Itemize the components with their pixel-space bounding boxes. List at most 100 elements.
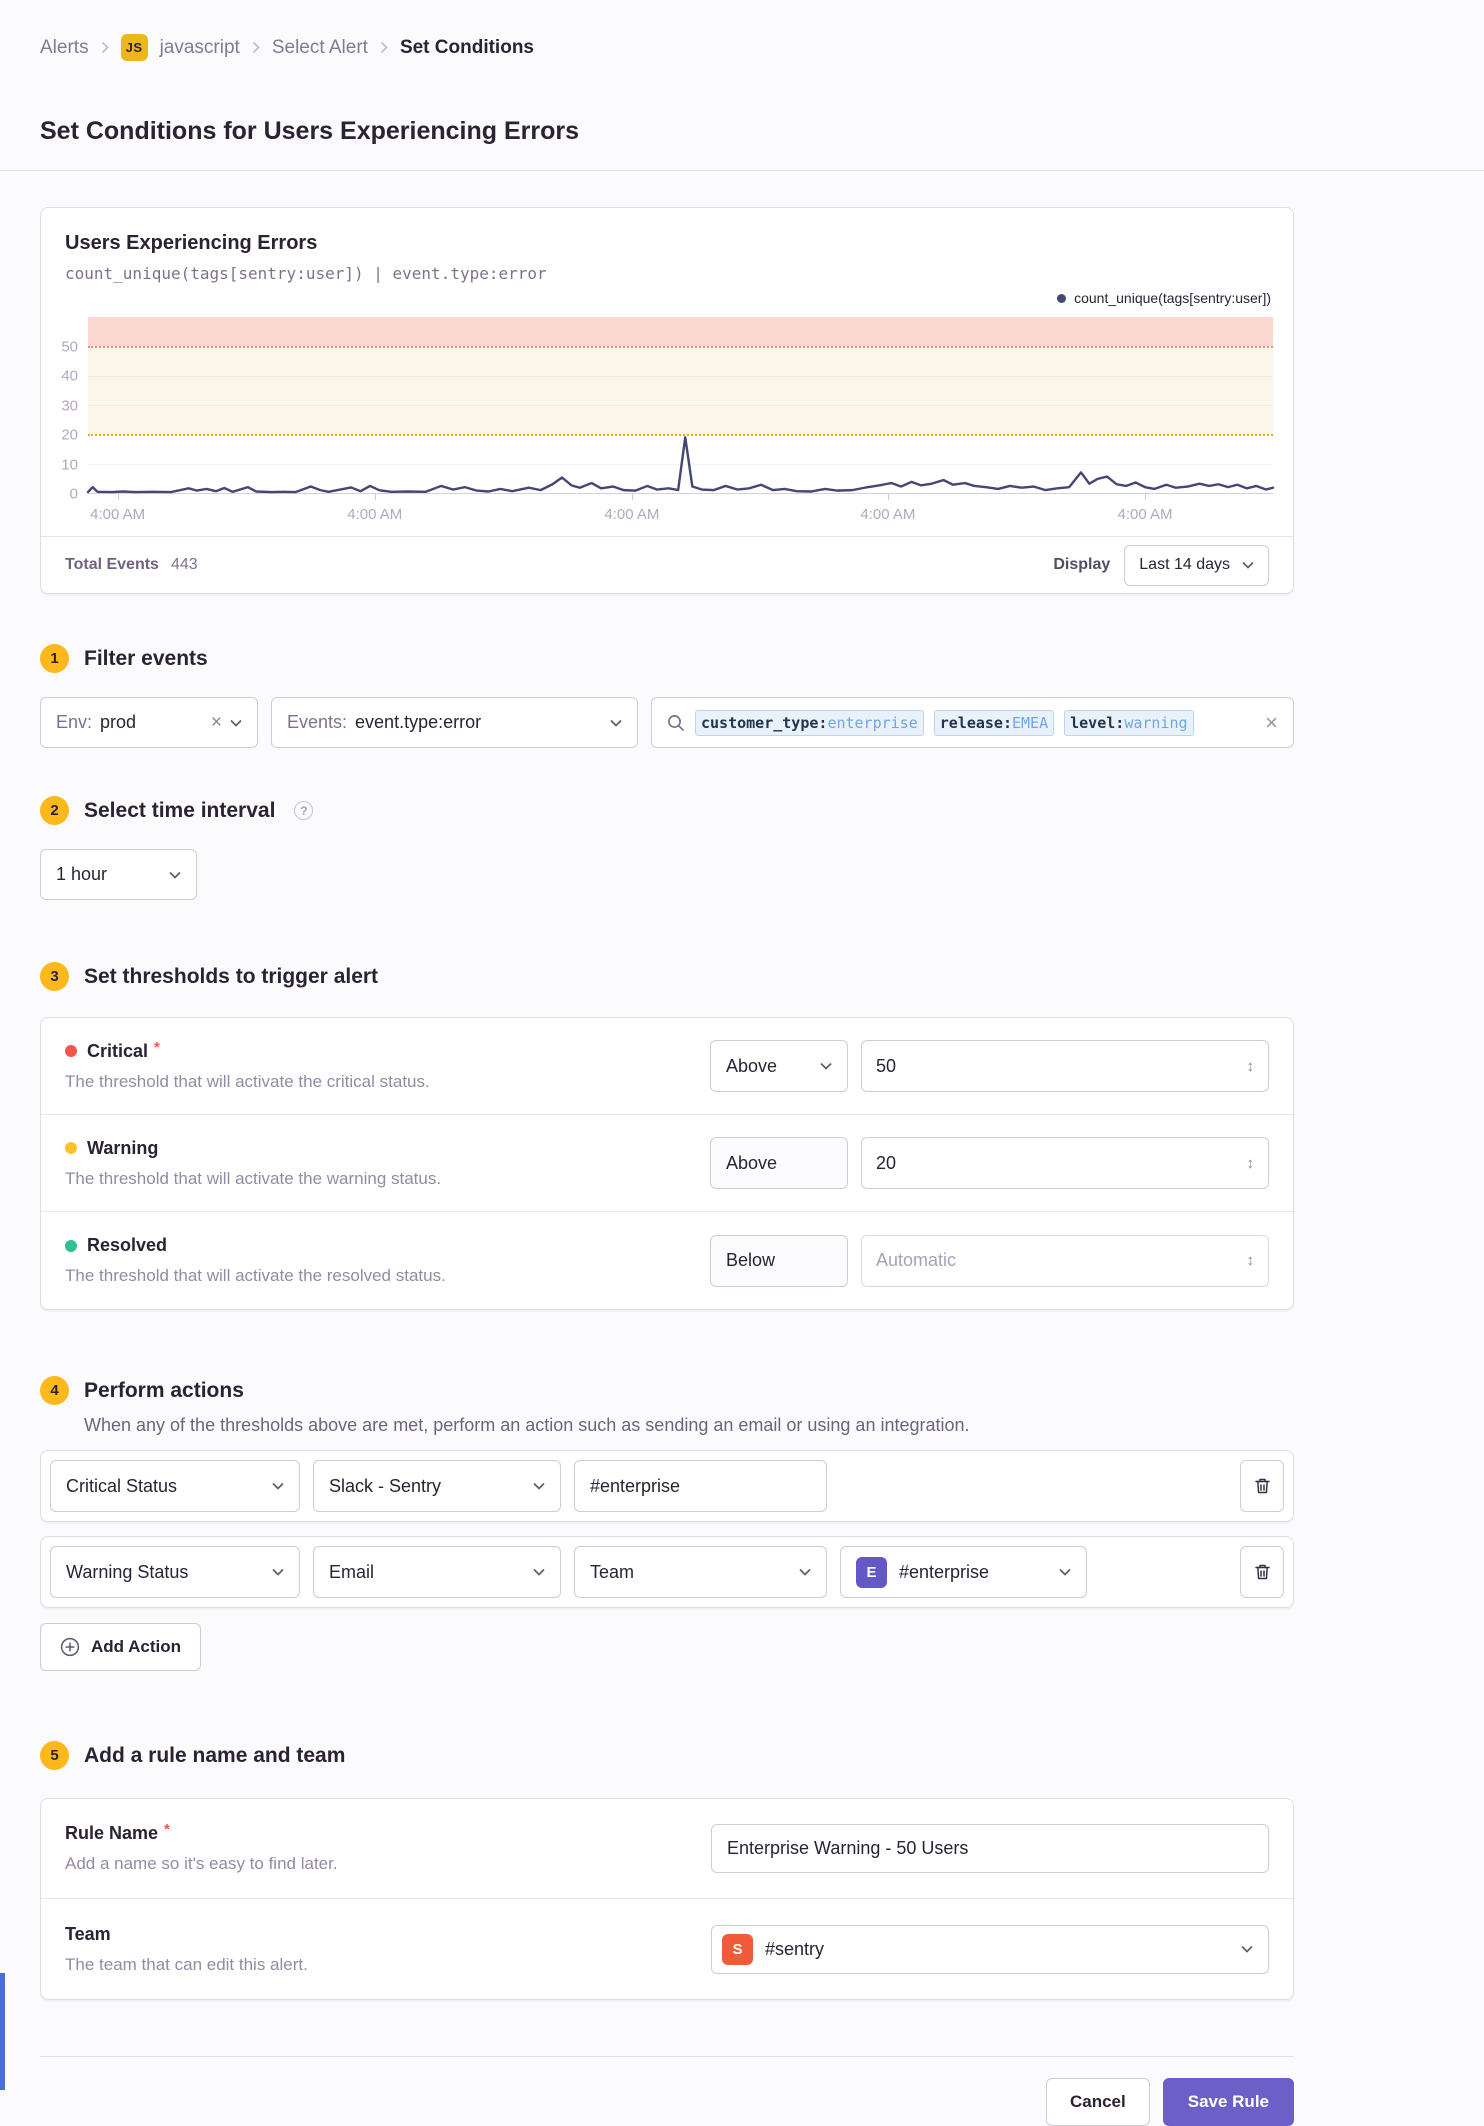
rule-name-label: Rule Name (65, 1823, 159, 1843)
team-avatar-badge: S (722, 1933, 753, 1965)
cancel-button[interactable]: Cancel (1045, 2078, 1150, 2126)
breadcrumb-alerts[interactable]: Alerts (40, 37, 89, 59)
resolved-comparator[interactable]: Below (710, 1234, 848, 1287)
warning-threshold-row: Warning The threshold that will activate… (41, 1115, 1293, 1212)
x-tick-mark (631, 494, 633, 500)
search-token[interactable]: release: EMEA (933, 709, 1055, 736)
warning-threshold-input[interactable]: ↕ (861, 1137, 1269, 1189)
search-icon (668, 714, 684, 731)
breadcrumb: Alerts JS javascript Select Alert Set Co… (40, 34, 1444, 61)
action-integration-select[interactable]: Slack - Sentry (313, 1460, 561, 1512)
resolved-status-dot-icon (65, 1239, 77, 1252)
y-tick-label: 20 (61, 426, 78, 444)
critical-status-dot-icon (65, 1045, 77, 1057)
y-tick-label: 30 (61, 397, 78, 414)
help-icon[interactable]: ? (294, 801, 314, 820)
team-select[interactable]: S #sentry (711, 1924, 1269, 1974)
chevron-down-icon (1241, 1945, 1253, 1953)
save-rule-button[interactable]: Save Rule (1162, 2078, 1294, 2126)
event-types-select[interactable]: Events: event.type:error (271, 697, 638, 748)
breadcrumb-chevron-icon (380, 41, 388, 54)
team-row: Team The team that can edit this alert. … (41, 1899, 1293, 1999)
team-avatar-badge: E (856, 1556, 887, 1588)
critical-threshold-input[interactable]: ↕ (861, 1040, 1269, 1092)
threshold-name: Warning (87, 1137, 159, 1158)
breadcrumb-project[interactable]: javascript (160, 37, 240, 59)
step-number-badge: 1 (40, 644, 69, 673)
step-number-badge: 2 (40, 796, 69, 825)
number-stepper-icon[interactable]: ↕ (1247, 1058, 1255, 1075)
alert-builder-main: Users Experiencing Errors count_unique(t… (0, 207, 1334, 2126)
time-interval-select[interactable]: 1 hour (40, 849, 197, 900)
clear-environment-icon[interactable]: × (211, 713, 222, 732)
trash-icon (1254, 1478, 1270, 1494)
legend-label: count_unique(tags[sentry:user]) (1074, 290, 1271, 306)
critical-comparator-select[interactable]: Above (710, 1040, 848, 1092)
number-stepper-icon[interactable]: ↕ (1247, 1252, 1255, 1269)
step-number-badge: 4 (40, 1376, 69, 1405)
chart-plot-area[interactable] (88, 317, 1273, 494)
critical-threshold-row: Critical * The threshold that will activ… (41, 1018, 1293, 1115)
search-input[interactable]: customer_type: enterprise release: EMEA le… (651, 697, 1294, 748)
action-team-select[interactable]: E #enterprise (840, 1546, 1087, 1598)
y-tick-label: 40 (61, 367, 78, 385)
chevron-down-icon (1242, 561, 1254, 569)
threshold-name: Resolved (87, 1235, 168, 1255)
chevron-down-icon (272, 1568, 284, 1576)
step-perform-actions: 4 Perform actions When any of the thresh… (40, 1376, 1294, 1671)
number-stepper-icon[interactable]: ↕ (1247, 1155, 1255, 1172)
display-range-select[interactable]: Last 14 days (1124, 544, 1269, 586)
total-events-label: Total Events (65, 556, 159, 573)
warning-status-dot-icon (65, 1142, 77, 1154)
chevron-down-icon (533, 1482, 545, 1490)
step-title: Select time interval (84, 798, 276, 822)
delete-action-button[interactable] (1240, 1460, 1284, 1512)
resolved-threshold-input[interactable]: ↕ (861, 1234, 1269, 1287)
chart-panel: Users Experiencing Errors count_unique(t… (40, 207, 1294, 594)
threshold-description: The threshold that will activate the res… (65, 1266, 446, 1285)
left-edge-accent (0, 1973, 5, 2090)
step-rule-name: 5 Add a rule name and team Rule Name * A… (40, 1741, 1294, 2000)
search-token[interactable]: customer_type: enterprise (695, 709, 924, 736)
threshold-description: The threshold that will activate the war… (65, 1168, 442, 1188)
slack-channel-input[interactable]: #enterprise (574, 1460, 827, 1512)
action-trigger-select[interactable]: Critical Status (50, 1460, 300, 1512)
chevron-down-icon (169, 871, 181, 879)
chart-y-axis: 0 10 20 30 40 50 (41, 317, 88, 503)
rule-name-input[interactable] (711, 1824, 1269, 1873)
environment-select[interactable]: Env: prod × (40, 697, 258, 748)
trash-icon (1254, 1564, 1270, 1580)
step-title: Set thresholds to trigger alert (84, 964, 379, 988)
chart-title: Users Experiencing Errors (65, 232, 318, 254)
step-number-badge: 5 (40, 1741, 69, 1770)
x-tick-mark (374, 494, 376, 500)
chevron-down-icon (230, 719, 242, 727)
team-label: Team (65, 1923, 111, 1944)
add-action-button[interactable]: Add Action (40, 1623, 202, 1671)
breadcrumb-chevron-icon (252, 41, 260, 54)
gridline (88, 463, 1273, 465)
x-tick-label: 4:00 AM (347, 506, 403, 523)
clear-search-icon[interactable]: × (1265, 711, 1278, 734)
chart-query: count_unique(tags[sentry:user]) | event.… (65, 264, 547, 283)
breadcrumb-select-alert[interactable]: Select Alert (272, 37, 368, 59)
warning-comparator[interactable]: Above (710, 1137, 848, 1189)
delete-action-button[interactable] (1240, 1546, 1284, 1598)
x-tick-label: 4:00 AM (604, 506, 660, 523)
threshold-name: Critical (87, 1040, 149, 1061)
threshold-description: The threshold that will activate the cri… (65, 1071, 430, 1091)
action-trigger-select[interactable]: Warning Status (50, 1546, 300, 1598)
x-tick-label: 4:00 AM (90, 506, 146, 523)
chevron-down-icon (799, 1568, 811, 1576)
chevron-down-icon (820, 1062, 832, 1070)
x-tick-label: 4:00 AM (1117, 506, 1173, 523)
action-row-warning: Warning Status Email Team E #enterprise (40, 1536, 1294, 1608)
resolved-threshold-row: Resolved The threshold that will activat… (41, 1212, 1293, 1309)
required-asterisk: * (164, 1821, 170, 1838)
page-title: Set Conditions for Users Experiencing Er… (40, 117, 580, 145)
action-target-select[interactable]: Team (574, 1546, 827, 1598)
step-thresholds: 3 Set thresholds to trigger alert Critic… (40, 962, 1294, 1310)
x-tick-mark (887, 494, 889, 500)
action-method-select[interactable]: Email (313, 1546, 561, 1598)
search-token[interactable]: level: warning (1064, 709, 1194, 736)
